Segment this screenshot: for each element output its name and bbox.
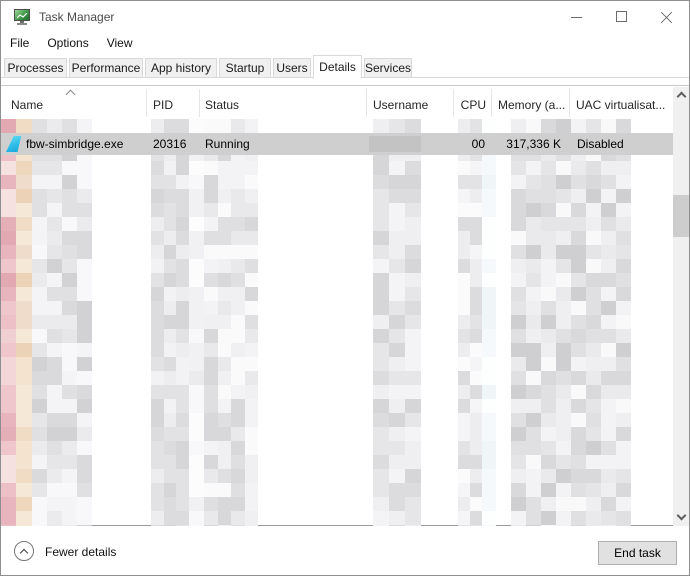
tab-details[interactable]: Details (313, 55, 362, 79)
column-header-memory[interactable]: Memory (a... (498, 98, 568, 112)
monitor-icon (14, 9, 30, 21)
maximize-button[interactable] (599, 1, 644, 33)
scrollbar-thumb[interactable] (673, 195, 690, 237)
vertical-scrollbar[interactable] (673, 87, 690, 526)
window-title: Task Manager (39, 10, 114, 24)
chart-line-icon (17, 13, 28, 19)
menu-file[interactable]: File (1, 33, 38, 55)
tab-performance[interactable]: Performance (69, 58, 143, 78)
column-header-cpu[interactable]: CPU (453, 98, 486, 112)
cell-memory: 317,336 K (491, 137, 561, 151)
cell-username-redacted (369, 136, 421, 152)
menu-view[interactable]: View (98, 33, 142, 55)
tab-app-history[interactable]: App history (145, 58, 217, 78)
cell-pid: 20316 (153, 137, 186, 151)
task-manager-window: Task Manager File Options View Processes… (0, 0, 690, 576)
fewer-details-toggle[interactable]: Fewer details (45, 545, 116, 559)
tab-strip: Processes Performance App history Startu… (1, 55, 689, 78)
tab-processes[interactable]: Processes (4, 58, 67, 78)
chevron-down-icon (677, 511, 687, 521)
column-header-uac[interactable]: UAC virtualisat... (576, 98, 672, 112)
column-header-status[interactable]: Status (205, 98, 360, 112)
process-rows: fbw-simbridge.exe 20316 Running 00 317,3… (1, 119, 673, 526)
details-list: Name PID Status Username CPU Memory (a..… (1, 85, 690, 526)
table-row-selected[interactable]: fbw-simbridge.exe 20316 Running 00 317,3… (1, 133, 673, 155)
cell-status: Running (205, 137, 250, 151)
minimize-icon (571, 17, 582, 18)
tab-services[interactable]: Services (364, 58, 412, 78)
scroll-up-button[interactable] (673, 87, 690, 104)
scroll-down-button[interactable] (673, 509, 690, 526)
maximize-icon (616, 11, 627, 22)
cell-name: fbw-simbridge.exe (26, 137, 123, 151)
titlebar[interactable]: Task Manager (1, 1, 689, 33)
close-icon (661, 11, 673, 23)
footer-bar: Fewer details End task (1, 526, 689, 576)
tab-users[interactable]: Users (273, 58, 311, 78)
tab-startup[interactable]: Startup (219, 58, 271, 78)
chevron-up-icon (677, 92, 687, 102)
fbw-simbridge-icon (6, 136, 22, 152)
column-header-name[interactable]: Name (11, 98, 141, 112)
column-header-pid[interactable]: PID (153, 98, 195, 112)
task-manager-icon (14, 9, 30, 25)
menu-bar: File Options View (1, 33, 689, 55)
column-header-username[interactable]: Username (373, 98, 448, 112)
column-header-row: Name PID Status Username CPU Memory (a..… (1, 87, 673, 119)
menu-options[interactable]: Options (38, 33, 97, 55)
end-task-button[interactable]: End task (598, 541, 677, 565)
chevron-up-circle-icon[interactable] (14, 541, 34, 561)
minimize-button[interactable] (554, 1, 599, 33)
close-button[interactable] (644, 1, 689, 33)
cell-uac: Disabled (577, 137, 624, 151)
cell-cpu: 00 (453, 137, 485, 151)
